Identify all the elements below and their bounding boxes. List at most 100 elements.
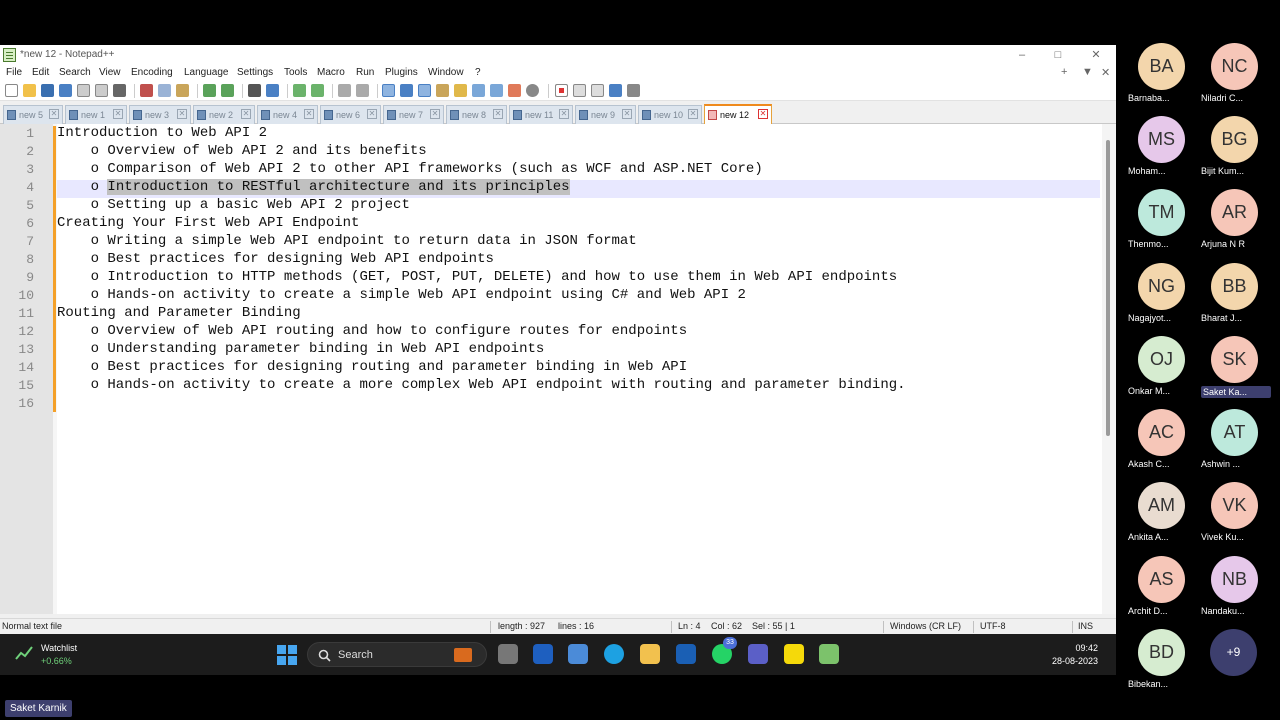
participant-tile[interactable]: NG Nagajyot... (1128, 263, 1202, 329)
redo-icon[interactable] (221, 84, 234, 97)
tab-close-icon[interactable]: ✕ (559, 109, 569, 119)
code-line[interactable]: o Setting up a basic Web API 2 project (57, 197, 410, 213)
tab-new-7[interactable]: new 7 ✕ (383, 105, 444, 124)
store-icon[interactable] (568, 644, 588, 664)
code-line[interactable]: o Best practices for designing routing a… (57, 359, 688, 375)
taskbar-search[interactable]: Search (307, 642, 487, 667)
code-line[interactable]: o Comparison of Web API 2 to other API f… (57, 161, 763, 177)
eol-format[interactable]: Windows (CR LF) (890, 621, 961, 631)
menu-window[interactable]: Window (428, 67, 464, 78)
stock-chart-icon[interactable] (14, 643, 34, 663)
tab-close-icon[interactable]: ✕ (622, 109, 632, 119)
tab-close-icon[interactable]: ✕ (113, 109, 123, 119)
menu-view[interactable]: View (99, 67, 121, 78)
code-line-current[interactable]: o Introduction to RESTful architecture a… (57, 179, 570, 195)
tab-new-5[interactable]: new 5 ✕ (3, 105, 63, 124)
participant-tile[interactable]: BA Barnaba... (1128, 43, 1202, 109)
doc-list-icon[interactable] (472, 84, 485, 97)
participant-tile[interactable]: AT Ashwin ... (1201, 409, 1275, 475)
code-line[interactable]: o Overview of Web API 2 and its benefits (57, 143, 427, 159)
code-line[interactable]: o Best practices for designing Web API e… (57, 251, 494, 267)
participant-tile[interactable]: TM Thenmo... (1128, 189, 1202, 255)
participant-tile[interactable]: NB Nandaku... (1201, 556, 1275, 622)
zoom-in-icon[interactable] (293, 84, 306, 97)
tab-close-icon[interactable]: ✕ (758, 109, 768, 119)
close-button[interactable]: ✕ (1078, 46, 1114, 64)
print-icon[interactable] (113, 84, 126, 97)
indent-guide-icon[interactable] (418, 84, 431, 97)
find-icon[interactable] (248, 84, 261, 97)
more-participants-button[interactable]: +9 (1210, 629, 1257, 676)
tab-close-icon[interactable]: ✕ (241, 109, 251, 119)
participant-tile[interactable]: BD Bibekan... (1128, 629, 1202, 695)
participant-tile[interactable]: AS Archit D... (1128, 556, 1202, 622)
doc-map-icon[interactable] (454, 84, 467, 97)
sticky-notes-icon[interactable] (784, 644, 804, 664)
menu-language[interactable]: Language (184, 67, 229, 78)
participant-tile[interactable]: SK Saket Ka... (1201, 336, 1275, 402)
participant-tile[interactable]: AR Arjuna N R (1201, 189, 1275, 255)
participant-tile[interactable]: VK Vivek Ku... (1201, 482, 1275, 548)
teams-icon[interactable] (748, 644, 768, 664)
code-line[interactable]: o Understanding parameter binding in Web… (57, 341, 545, 357)
menu-file[interactable]: File (6, 67, 22, 78)
menu-tools[interactable]: Tools (284, 67, 307, 78)
widget-name[interactable]: Watchlist (41, 643, 77, 653)
paste-icon[interactable] (176, 84, 189, 97)
maximize-button[interactable]: □ (1040, 46, 1076, 64)
clock-time[interactable]: 09:42 (1075, 643, 1098, 653)
tab-new-9[interactable]: new 9 ✕ (575, 105, 636, 124)
participant-tile[interactable]: BB Bharat J... (1201, 263, 1275, 329)
edge-icon[interactable] (604, 644, 624, 664)
new-file-icon[interactable] (5, 84, 18, 97)
tab-new-11[interactable]: new 11 ✕ (509, 105, 573, 124)
menu-macro[interactable]: Macro (317, 67, 345, 78)
participant-tile[interactable]: NC Niladri C... (1201, 43, 1275, 109)
show-all-chars-icon[interactable] (400, 84, 413, 97)
tab-new-8[interactable]: new 8 ✕ (446, 105, 507, 124)
code-line[interactable]: o Writing a simple Web API endpoint to r… (57, 233, 637, 249)
mail-icon[interactable] (676, 644, 696, 664)
word-wrap-icon[interactable] (382, 84, 395, 97)
tab-new-4[interactable]: new 4 ✕ (257, 105, 318, 124)
save-macro-icon[interactable] (627, 84, 640, 97)
tab-close-icon[interactable]: ✕ (177, 109, 187, 119)
code-line[interactable]: Creating Your First Web API Endpoint (57, 215, 359, 231)
close-all-icon[interactable] (95, 84, 108, 97)
function-list-icon[interactable] (490, 84, 503, 97)
run-macro-multiple-icon[interactable] (609, 84, 622, 97)
vscode-icon[interactable] (533, 644, 553, 664)
encoding[interactable]: UTF-8 (980, 621, 1006, 631)
code-line[interactable]: o Hands-on activity to create a simple W… (57, 287, 746, 303)
folder-workspace-icon[interactable] (508, 84, 521, 97)
save-icon[interactable] (41, 84, 54, 97)
code-line[interactable]: Routing and Parameter Binding (57, 305, 301, 321)
notepadpp-taskbar-icon[interactable] (819, 644, 839, 664)
code-line[interactable]: o Overview of Web API routing and how to… (57, 323, 688, 339)
file-explorer-icon[interactable] (640, 644, 660, 664)
text-editor[interactable]: 1 2 3 4 5 6 7 8 9 10 11 12 13 14 15 16 I… (0, 124, 1116, 614)
scrollbar-thumb[interactable] (1106, 140, 1110, 436)
monitoring-icon[interactable] (526, 84, 539, 97)
menu-settings[interactable]: Settings (237, 67, 273, 78)
participant-tile[interactable]: OJ Onkar M... (1128, 336, 1202, 402)
save-all-icon[interactable] (59, 84, 72, 97)
tab-new-2[interactable]: new 2 ✕ (193, 105, 255, 124)
vertical-scrollbar[interactable] (1102, 124, 1116, 614)
play-macro-icon[interactable] (591, 84, 604, 97)
cut-icon[interactable] (140, 84, 153, 97)
tab-list-icon[interactable]: ▼ (1082, 66, 1093, 78)
code-line[interactable]: o Introduction to HTTP methods (GET, POS… (57, 269, 898, 285)
selected-text[interactable]: Introduction to RESTful architecture and… (107, 179, 570, 195)
open-file-icon[interactable] (23, 84, 36, 97)
tab-new-6[interactable]: new 6 ✕ (320, 105, 381, 124)
participant-tile[interactable]: AM Ankita A... (1128, 482, 1202, 548)
menu-encoding[interactable]: Encoding (131, 67, 173, 78)
new-tab-icon[interactable]: + (1061, 66, 1067, 78)
tab-close-icon[interactable]: ✕ (430, 109, 440, 119)
sync-horizontal-icon[interactable] (356, 84, 369, 97)
tab-close-icon[interactable]: ✕ (688, 109, 698, 119)
windows-start-icon[interactable] (277, 645, 297, 665)
menu-edit[interactable]: Edit (32, 67, 49, 78)
close-file-icon[interactable] (77, 84, 90, 97)
